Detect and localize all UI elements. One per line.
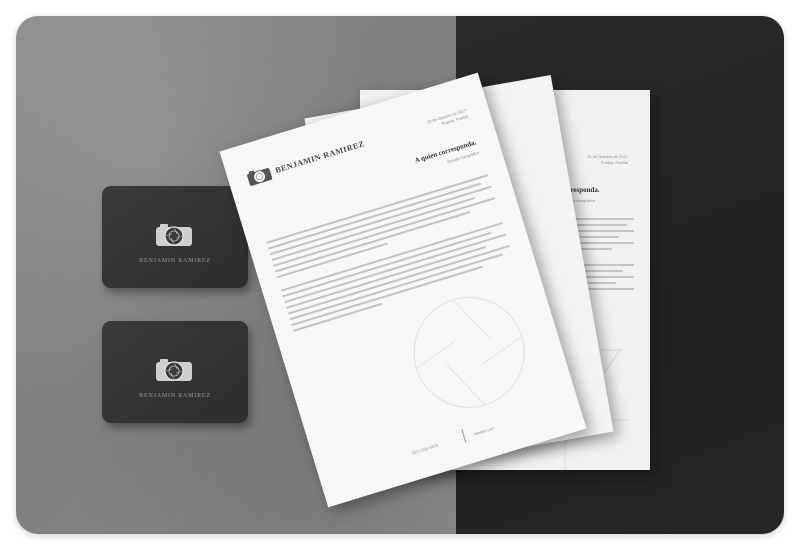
mockup-frame: BENJAMIN RAMIREZ BENJAMIN RAMIREZ 20 de … xyxy=(16,16,784,534)
business-card: BENJAMIN RAMIREZ xyxy=(102,321,248,423)
letterhead-footer-phone: 222-1234-5678 xyxy=(411,442,439,456)
letterhead-brand-name: BENJAMIN RAMIREZ xyxy=(274,139,366,175)
letterhead-camera-icon xyxy=(247,168,273,186)
camera-logo-icon xyxy=(156,359,192,381)
card-brand-name: BENJAMIN RAMIREZ xyxy=(139,258,211,264)
back-letter-place: Puebla, Puebla xyxy=(600,160,628,165)
business-card: BENJAMIN RAMIREZ xyxy=(102,186,248,288)
letterhead-heading: A quien corresponda. xyxy=(413,138,478,165)
camera-logo-icon xyxy=(156,224,192,246)
card-brand-name: BENJAMIN RAMIREZ xyxy=(139,393,211,399)
letterhead-footer-web: ramirez.com xyxy=(472,425,496,437)
